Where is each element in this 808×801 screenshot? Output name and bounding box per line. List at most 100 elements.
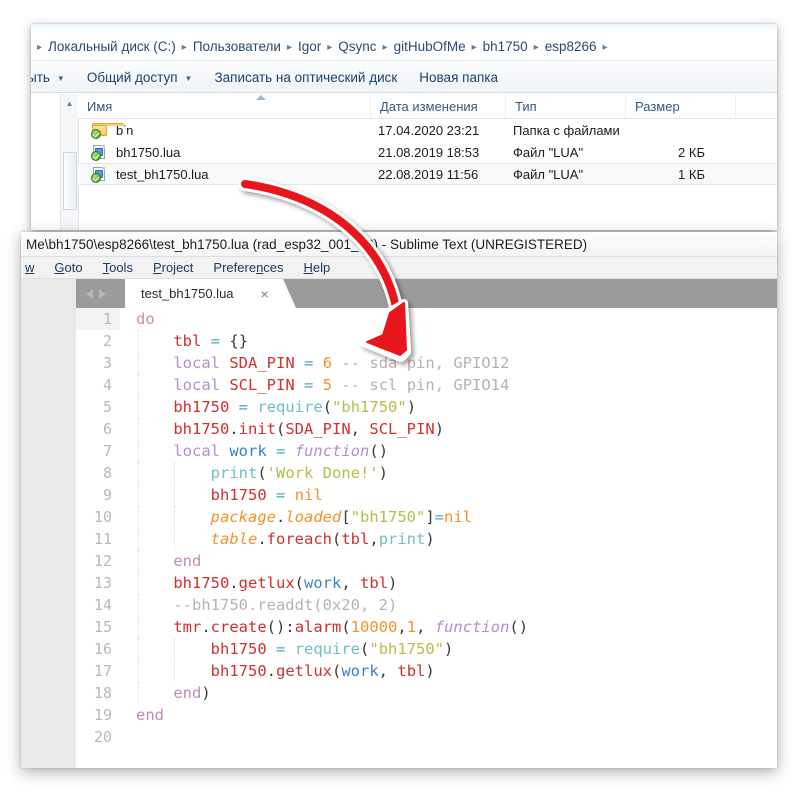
column-headers: Имя Дата изменения Тип Размер (78, 94, 777, 119)
breadcrumb-item-7[interactable]: esp8266 (540, 39, 602, 54)
toolbar-item-1[interactable]: ыть ▼ (31, 62, 76, 92)
folder-icon (91, 122, 136, 153)
scroll-up-icon[interactable]: ▲ (61, 96, 78, 110)
menu-item-2[interactable]: Goto (44, 260, 92, 275)
menu-item-1[interactable]: w (21, 260, 44, 275)
line-number: 5 (102, 398, 112, 416)
code-line-text: do (136, 310, 155, 328)
breadcrumb-item-1[interactable]: Локальный диск (C:) (43, 39, 181, 54)
editor-tab[interactable]: test_bh1750.lua × (125, 279, 296, 308)
code-line[interactable]: 8 print('Work Done!') (76, 462, 777, 484)
explorer-toolbar: ыть ▼ Общий доступ ▼ Записать на оптический … (31, 62, 777, 93)
breadcrumb-separator: ▸ (286, 41, 292, 53)
code-line-text: tbl = {} (173, 332, 249, 350)
code-line-text: package.loaded["bh1750"]=nil (210, 508, 473, 526)
code-line-text: end (136, 706, 164, 724)
menu-item-6[interactable]: Help (294, 260, 341, 275)
code-line[interactable]: 5 bh1750 = require("bh1750") (76, 396, 777, 418)
code-line[interactable]: 19 end (76, 704, 777, 726)
breadcrumb-separator: ▸ (327, 41, 333, 53)
address-bar[interactable]: ▸ Локальный диск (C:) ▸ Пользователи ▸ Igor ▸ Q… (31, 33, 777, 61)
line-number: 1 (76, 308, 120, 330)
toolbar-item-2[interactable]: Общий доступ ▼ (76, 62, 204, 92)
code-line[interactable]: 4 local SCL_PIN = 5 -- scl pin, GPIO14 (76, 374, 777, 396)
menu-item-4[interactable]: Project (143, 260, 203, 275)
menu-item-5[interactable]: Preferences (203, 260, 293, 275)
code-line[interactable]: 11 table.foreach(tbl,print) (76, 528, 777, 550)
breadcrumb-item-3[interactable]: Igor (293, 39, 326, 54)
sublime-tab-bar: test_bh1750.lua × (76, 279, 777, 308)
code-line[interactable]: 14 --bh1750.readdt(0x20, 2) (76, 594, 777, 616)
code-line-text: bh1750 = require("bh1750") (173, 398, 417, 416)
table-row[interactable]: bh1750.lua 21.08.2019 18:53 Файл "LUA" 2 КБ (78, 141, 777, 163)
file-name: bh1750.lua (116, 144, 181, 160)
breadcrumb-item-5[interactable]: gitHubOfMe (389, 39, 471, 54)
breadcrumb-separator: ▸ (533, 41, 539, 53)
tab-next-icon[interactable] (99, 288, 106, 299)
code-line[interactable]: 3 local SDA_PIN = 6 -- sda pin, GPIO12 (76, 352, 777, 374)
column-header-type[interactable]: Тип (506, 94, 626, 118)
cell-date: 22.08.2019 11:56 (378, 166, 479, 182)
code-line[interactable]: 17 bh1750.getlux(work, tbl) (76, 660, 777, 682)
code-line[interactable]: 13 bh1750.getlux(work, tbl) (76, 572, 777, 594)
line-number: 16 (93, 640, 112, 658)
code-line[interactable]: 15 tmr.create():alarm(10000,1, function(… (76, 616, 777, 638)
code-line[interactable]: 9 bh1750 = nil (76, 484, 777, 506)
code-line-text: end (173, 552, 202, 570)
chevron-down-icon[interactable]: ▼ (57, 74, 65, 83)
line-number: 11 (93, 530, 112, 548)
code-line[interactable]: 7 local work = function() (76, 440, 777, 462)
cell-name: bin (91, 122, 136, 153)
code-line[interactable]: 12 end (76, 550, 777, 572)
line-number: 14 (93, 596, 112, 614)
code-line[interactable]: 6 bh1750.init(SDA_PIN, SCL_PIN) (76, 418, 777, 440)
tab-nav-arrows[interactable] (80, 279, 112, 308)
cell-date: 17.04.2020 23:21 (378, 122, 480, 138)
code-line-text: tmr.create():alarm(10000,1, function() (173, 618, 529, 636)
code-line[interactable]: 16 bh1750 = require("bh1750") (76, 638, 777, 660)
cell-date: 21.08.2019 18:53 (378, 144, 480, 160)
table-row[interactable]: test_bh1750.lua 22.08.2019 11:56 Файл "LUA… (78, 163, 777, 185)
code-content[interactable]: 1 do 2 tbl = {} 3 local SDA_PIN = 6 -- sda … (76, 308, 777, 768)
sublime-sidebar[interactable] (21, 279, 76, 768)
window-title: Me\bh1750\esp8266\test_bh1750.lua (rad_e… (26, 236, 588, 252)
line-number: 12 (93, 552, 112, 570)
code-line[interactable]: 10 package.loaded["bh1750"]=nil (76, 506, 777, 528)
column-header-size[interactable]: Размер (626, 94, 736, 118)
cell-size: 1 КБ (678, 166, 705, 182)
toolbar-item-4[interactable]: Новая папка (408, 62, 509, 92)
toolbar-item-3[interactable]: Записать на оптический диск (203, 62, 408, 92)
chevron-down-icon[interactable]: ▼ (185, 74, 193, 83)
breadcrumb-separator: ▸ (602, 41, 608, 53)
code-line[interactable]: 20 (76, 726, 777, 748)
breadcrumb-item-2[interactable]: Пользователи (188, 39, 286, 54)
code-line[interactable]: 1 do (76, 308, 777, 330)
line-number: 2 (102, 332, 112, 350)
breadcrumb-item-6[interactable]: bh1750 (478, 39, 533, 54)
line-number: 20 (93, 728, 112, 746)
code-line-text: local SCL_PIN = 5 -- scl pin, GPIO14 (173, 376, 510, 394)
code-line[interactable]: 2 tbl = {} (76, 330, 777, 352)
code-line-text: local SDA_PIN = 6 -- sda pin, GPIO12 (173, 354, 510, 372)
code-line-text: bh1750 = nil (210, 486, 323, 504)
code-line-text: bh1750.getlux(work, tbl) (210, 662, 435, 680)
close-icon[interactable]: × (261, 287, 269, 301)
line-number: 10 (93, 508, 112, 526)
breadcrumb-separator: ▸ (382, 41, 388, 53)
breadcrumb-item-4[interactable]: Qsync (333, 39, 381, 54)
code-line[interactable]: 18 end) (76, 682, 777, 704)
column-header-name[interactable]: Имя (78, 94, 371, 118)
code-editor[interactable]: 1 do 2 tbl = {} 3 local SDA_PIN = 6 -- sda … (76, 308, 777, 768)
tab-prev-icon[interactable] (86, 288, 93, 299)
sublime-title-bar: Me\bh1750\esp8266\test_bh1750.lua (rad_e… (21, 232, 777, 257)
toolbar-item-label: ыть (31, 69, 50, 85)
column-header-date[interactable]: Дата изменения (371, 94, 506, 118)
line-number: 17 (93, 662, 112, 680)
line-number: 13 (93, 574, 112, 592)
menu-item-3[interactable]: Tools (93, 260, 143, 275)
scrollbar-thumb[interactable] (63, 152, 77, 210)
table-row[interactable]: bin 17.04.2020 23:21 Папка с файлами (78, 119, 777, 153)
vertical-scrollbar[interactable]: ▲ (60, 94, 79, 230)
code-line-text: local work = function() (173, 442, 389, 460)
breadcrumb-separator: ▸ (471, 41, 477, 53)
